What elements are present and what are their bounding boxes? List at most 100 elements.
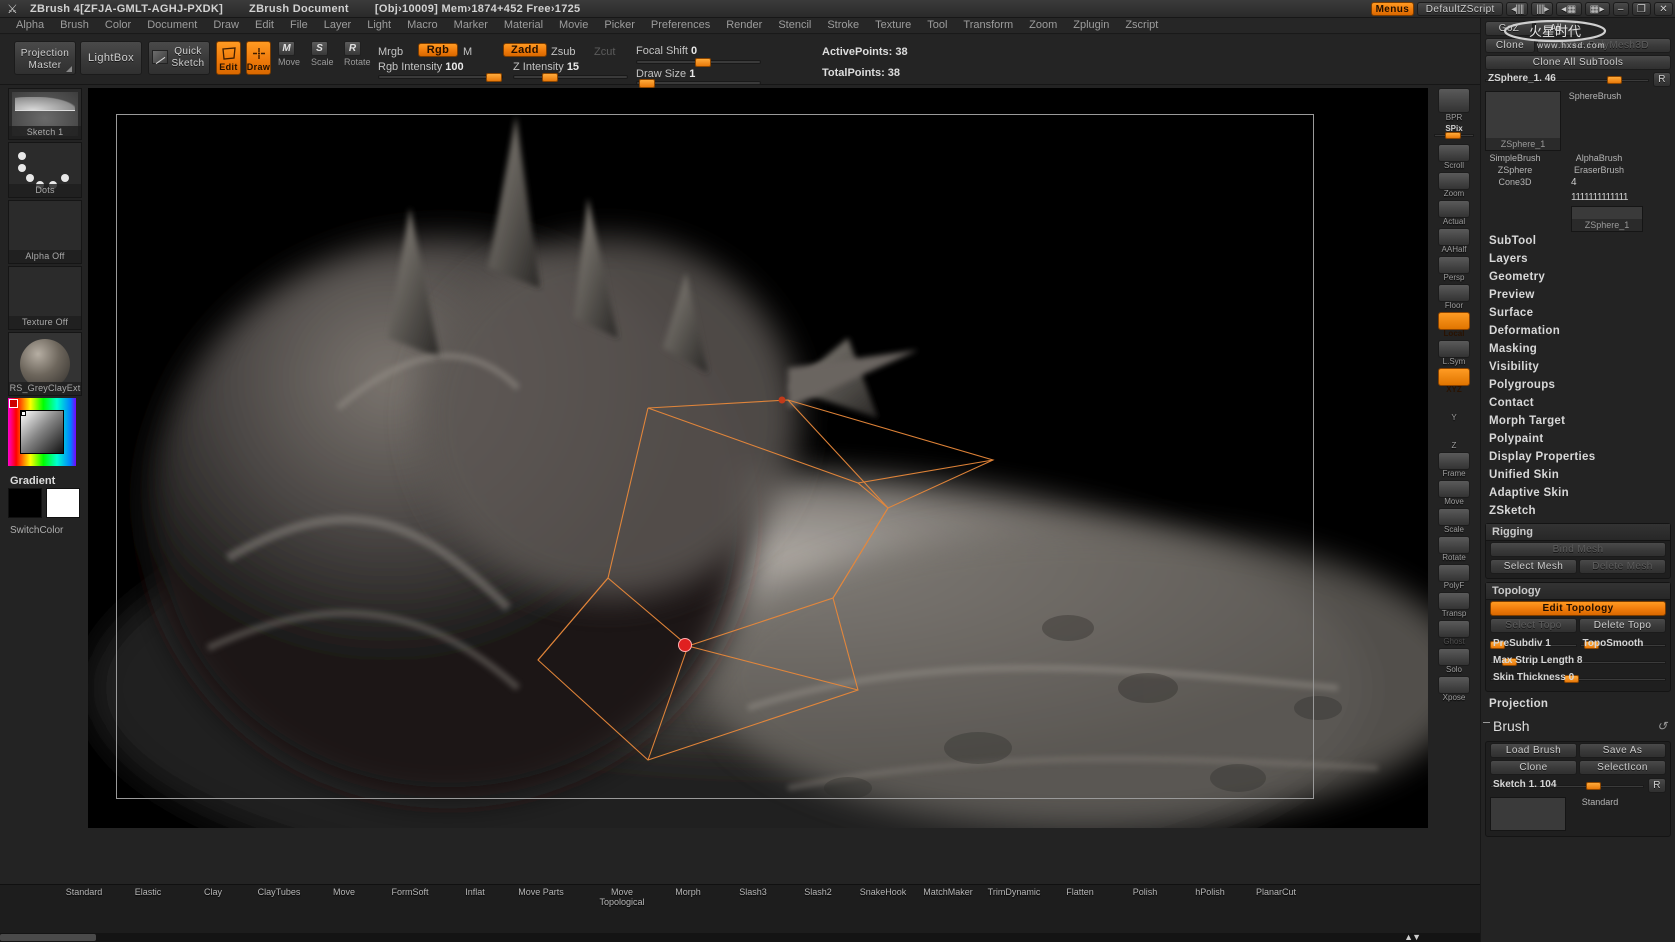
menu-item-edit[interactable]: Edit (247, 18, 282, 33)
brush-move-topological[interactable]: Move Topological (588, 887, 656, 907)
active-tool-thumbnail[interactable]: ZSphere_1 (1485, 91, 1561, 151)
skin-thickness-slider[interactable]: Skin Thickness 0 (1490, 671, 1666, 686)
select-mesh-button[interactable]: Select Mesh (1490, 559, 1577, 574)
palette-item-masking[interactable]: Masking (1481, 340, 1675, 358)
brush-move[interactable]: Move (310, 887, 378, 897)
select-topo-button[interactable]: Select Topo (1490, 618, 1577, 633)
focal-shift-knob[interactable] (695, 58, 711, 67)
vstrip-frame-button[interactable]: Frame (1434, 452, 1474, 478)
rgb-intensity-slider[interactable] (378, 75, 503, 79)
menu-item-macro[interactable]: Macro (399, 18, 446, 33)
brush-claytubes[interactable]: ClayTubes (245, 887, 313, 897)
zcut-button[interactable]: Zcut (594, 46, 615, 58)
zscript-next-button[interactable]: |||||▸ (1531, 2, 1553, 16)
palette-item-zsketch[interactable]: ZSketch (1481, 502, 1675, 520)
delete-topo-button[interactable]: Delete Topo (1579, 618, 1666, 633)
palette-item-preview[interactable]: Preview (1481, 286, 1675, 304)
brush-morph[interactable]: Morph (654, 887, 722, 897)
vstrip-move-button[interactable]: Move (1434, 480, 1474, 506)
brush-preview-thumbnail[interactable] (1490, 797, 1566, 831)
vstrip-floor-button[interactable]: Floor (1434, 284, 1474, 310)
rotate-mode-button[interactable]: R Rotate (344, 41, 369, 75)
vstrip-transp-button[interactable]: Transp (1434, 592, 1474, 618)
clone-all-subtools-button[interactable]: Clone All SubTools (1485, 55, 1671, 70)
palette-item-surface[interactable]: Surface (1481, 304, 1675, 322)
brush-clone-button[interactable]: Clone (1490, 760, 1577, 775)
vstrip-persp-button[interactable]: Persp (1434, 256, 1474, 282)
material-cell[interactable]: RS_GreyClayExt (8, 332, 82, 396)
zadd-button[interactable]: Zadd (503, 43, 547, 57)
brush-slider-reset-button[interactable]: R (1648, 778, 1666, 793)
tool-thumb-eraserbrush[interactable]: EraserBrush (1569, 165, 1629, 175)
menu-item-tool[interactable]: Tool (919, 18, 955, 33)
draw-size-slider[interactable] (636, 81, 761, 85)
menu-item-stencil[interactable]: Stencil (770, 18, 819, 33)
toposmooth-slider[interactable]: TopoSmooth (1580, 637, 1667, 652)
mrgb-button[interactable]: Mrgb (378, 46, 403, 58)
close-button[interactable]: ✕ (1654, 2, 1673, 16)
color-picker-cell[interactable] (8, 398, 82, 470)
menu-item-zoom[interactable]: Zoom (1021, 18, 1065, 33)
select-icon-button[interactable]: SelectIcon (1579, 760, 1666, 775)
texture-cell[interactable]: Texture Off (8, 266, 82, 330)
menu-item-document[interactable]: Document (139, 18, 205, 33)
presubdiv-slider[interactable]: PreSubdiv 1 (1490, 637, 1577, 652)
brush-snakehook[interactable]: SnakeHook (849, 887, 917, 897)
tool-slider[interactable]: ZSphere_1. 46 R (1485, 72, 1671, 87)
palette-item-adaptive-skin[interactable]: Adaptive Skin (1481, 484, 1675, 502)
menu-item-layer[interactable]: Layer (316, 18, 360, 33)
z-intensity-knob[interactable] (542, 73, 558, 82)
brush-slash2[interactable]: Slash2 (784, 887, 852, 897)
palette-item-subtool[interactable]: SubTool (1481, 232, 1675, 250)
lightbox-button[interactable]: LightBox (80, 41, 142, 75)
vstrip-zoom-button[interactable]: Zoom (1434, 172, 1474, 198)
brush-slash3[interactable]: Slash3 (719, 887, 787, 897)
menu-item-alpha[interactable]: Alpha (8, 18, 52, 33)
menu-item-brush[interactable]: Brush (52, 18, 97, 33)
max-strip-length-slider[interactable]: Max Strip Length 8 (1490, 654, 1666, 669)
menu-item-marker[interactable]: Marker (446, 18, 496, 33)
vstrip-bpr-button[interactable]: BPR (1434, 88, 1474, 122)
brush-polish[interactable]: Polish (1111, 887, 1179, 897)
palette-item-visibility[interactable]: Visibility (1481, 358, 1675, 376)
make-polymesh3d-button[interactable]: Make PolyMesh3D (1537, 38, 1671, 53)
palette-item-deformation[interactable]: Deformation (1481, 322, 1675, 340)
draw-size-knob[interactable] (639, 79, 655, 88)
brush-trimdynamic[interactable]: TrimDynamic (980, 887, 1048, 897)
menu-item-movie[interactable]: Movie (551, 18, 596, 33)
brush-inflat[interactable]: Inflat (441, 887, 509, 897)
menu-item-render[interactable]: Render (718, 18, 770, 33)
brush-planarcut[interactable]: PlanarCut (1242, 887, 1310, 897)
palette-item-layers[interactable]: Layers (1481, 250, 1675, 268)
vstrip-l-sym-button[interactable]: L.Sym (1434, 340, 1474, 366)
tool-slider-knob[interactable] (1607, 76, 1622, 84)
menu-item-light[interactable]: Light (359, 18, 399, 33)
zscript-title[interactable]: DefaultZScript (1417, 2, 1503, 16)
menu-item-stroke[interactable]: Stroke (819, 18, 867, 33)
menu-item-zscript[interactable]: Zscript (1117, 18, 1166, 33)
tool-thumb-spherebrush[interactable]: SphereBrush (1565, 91, 1625, 101)
palette-item-projection[interactable]: Projection (1481, 695, 1675, 713)
m-button[interactable]: M (463, 46, 472, 58)
brush-hpolish[interactable]: hPolish (1176, 887, 1244, 897)
minimize-button[interactable]: – (1613, 2, 1629, 16)
goz-prev-button[interactable]: ◂▦ (1556, 2, 1581, 16)
vstrip-local-button[interactable]: Local (1434, 312, 1474, 338)
brush-strip-scrollbar[interactable]: ▲▼ (0, 933, 1480, 942)
vstrip-y-button[interactable]: Y (1434, 396, 1474, 422)
menus-button[interactable]: Menus (1371, 2, 1415, 16)
spix-slider[interactable]: SPix (1434, 124, 1474, 140)
vstrip-xpose-button[interactable]: Xpose (1434, 676, 1474, 702)
scale-mode-button[interactable]: S Scale (311, 41, 336, 75)
draw-mode-button[interactable]: Draw (246, 41, 271, 75)
vstrip-z-button[interactable]: Z (1434, 424, 1474, 450)
vstrip-scale-button[interactable]: Scale (1434, 508, 1474, 534)
menu-item-color[interactable]: Color (97, 18, 139, 33)
reset-icon[interactable]: ↺ (1657, 719, 1667, 733)
brush-matchmaker[interactable]: MatchMaker (914, 887, 982, 897)
brush-move-parts[interactable]: Move Parts (507, 887, 575, 897)
menu-item-zplugin[interactable]: Zplugin (1065, 18, 1117, 33)
palette-item-contact[interactable]: Contact (1481, 394, 1675, 412)
brush-section-header[interactable]: Brush ↺ (1481, 713, 1675, 738)
zscript-prev-button[interactable]: ◂||||| (1506, 2, 1528, 16)
